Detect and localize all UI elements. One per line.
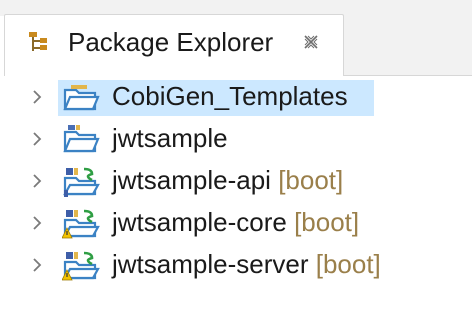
tree-item-jwtsample-api[interactable]: jwtsample-api [boot] bbox=[0, 160, 472, 200]
tree-item-label: jwtsample-core [boot] bbox=[112, 205, 359, 239]
maven-spring-project-warning-icon bbox=[62, 209, 100, 239]
tree-item-jwtsample-core[interactable]: jwtsample-core [boot] bbox=[0, 202, 472, 242]
maven-spring-project-icon bbox=[63, 167, 100, 197]
chevron-right-icon[interactable] bbox=[31, 215, 43, 231]
package-explorer-view: Package Explorer CobiGen_Templates jwtsa… bbox=[0, 0, 472, 320]
boot-decoration: [boot] bbox=[278, 165, 344, 195]
close-icon[interactable] bbox=[302, 33, 320, 51]
tree-item-label: CobiGen_Templates bbox=[112, 79, 348, 113]
project-name: CobiGen_Templates bbox=[112, 81, 348, 111]
folder-project-icon bbox=[63, 125, 100, 153]
package-explorer-icon bbox=[29, 32, 47, 51]
project-name: jwtsample bbox=[112, 123, 228, 153]
chevron-right-icon[interactable] bbox=[31, 173, 43, 189]
tree-item-label: jwtsample bbox=[112, 121, 228, 155]
project-name: jwtsample-server bbox=[112, 249, 309, 279]
chevron-right-icon[interactable] bbox=[31, 257, 43, 273]
maven-spring-project-warning-icon bbox=[62, 251, 100, 281]
tree-item-label: jwtsample-server [boot] bbox=[112, 247, 381, 281]
chevron-right-icon[interactable] bbox=[31, 89, 43, 105]
tab-bar-background bbox=[344, 14, 472, 76]
boot-decoration: [boot] bbox=[294, 207, 360, 237]
folder-project-icon bbox=[63, 85, 100, 111]
tree-item-label: jwtsample-api [boot] bbox=[112, 163, 343, 197]
tree-item-jwtsample[interactable]: jwtsample bbox=[0, 118, 472, 158]
tree-item-jwtsample-server[interactable]: jwtsample-server [boot] bbox=[0, 244, 472, 284]
boot-decoration: [boot] bbox=[315, 249, 381, 279]
view-title: Package Explorer bbox=[68, 27, 274, 57]
project-name: jwtsample-core bbox=[112, 207, 287, 237]
chevron-right-icon[interactable] bbox=[31, 131, 43, 147]
tree-item-cobigen-templates[interactable]: CobiGen_Templates bbox=[0, 76, 472, 116]
project-name: jwtsample-api bbox=[112, 165, 271, 195]
